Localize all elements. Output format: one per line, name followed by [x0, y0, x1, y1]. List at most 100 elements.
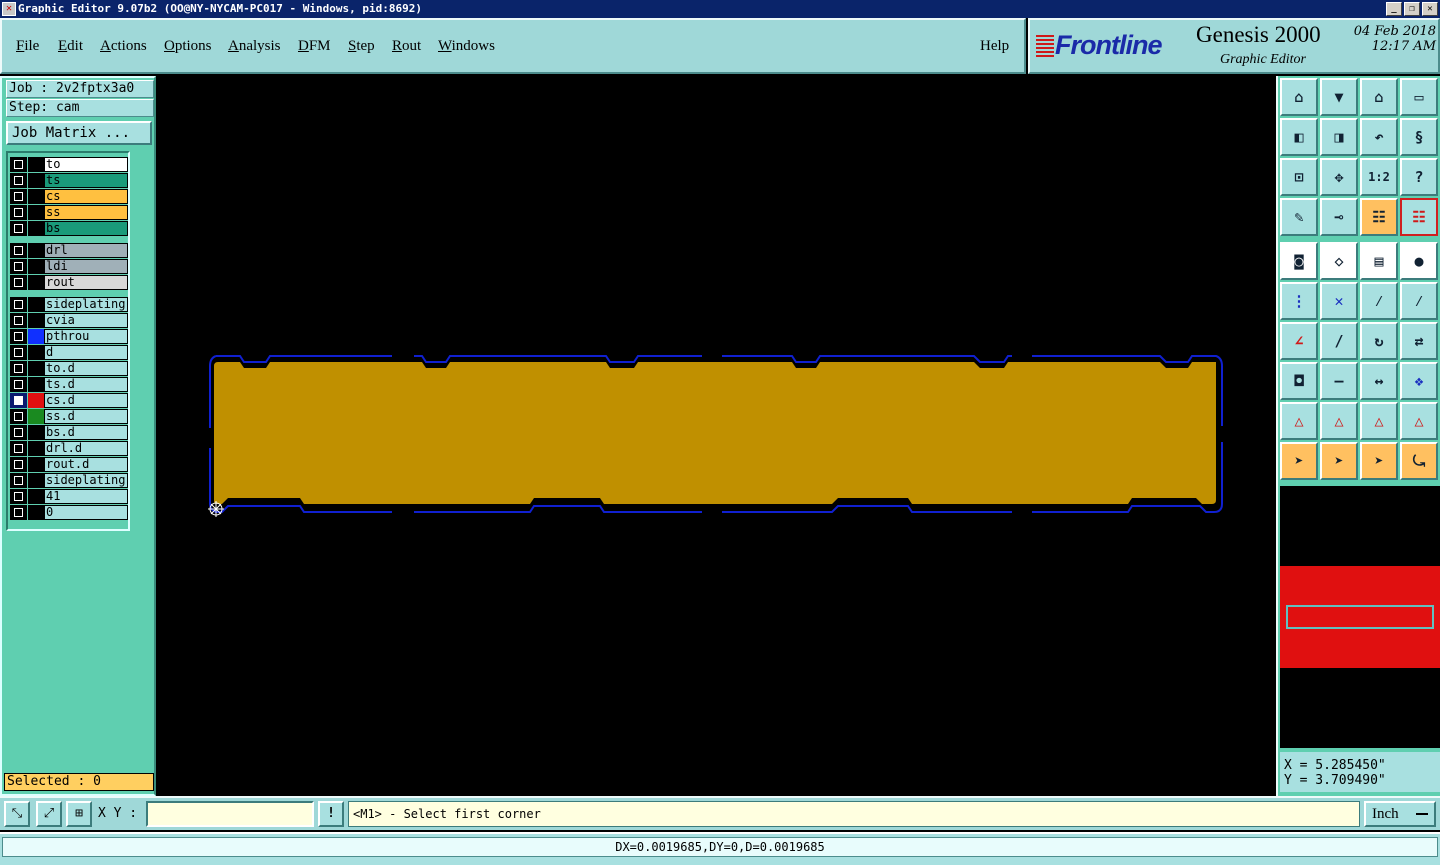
layer-name[interactable]: pthrou — [44, 329, 128, 344]
mirror-button[interactable]: ⇄ — [1400, 322, 1438, 360]
menu-help[interactable]: Help — [980, 38, 1009, 55]
layer-name[interactable]: rout.d — [44, 457, 128, 472]
layer-color-swatch[interactable] — [28, 457, 44, 472]
layer-color-swatch[interactable] — [28, 221, 44, 236]
layer-name[interactable]: ss — [44, 205, 128, 220]
layer-row[interactable]: to — [10, 157, 128, 172]
layer-name[interactable]: d — [44, 345, 128, 360]
layer-checkbox[interactable] — [10, 393, 27, 408]
snapshot-button[interactable]: ◙ — [1280, 242, 1318, 280]
layer-color-swatch[interactable] — [28, 473, 44, 488]
zoom-box-icon[interactable]: ⤡ — [4, 801, 30, 827]
layer-name[interactable]: to.d — [44, 361, 128, 376]
triangle-a-button[interactable]: △ — [1280, 402, 1318, 440]
layer-row[interactable]: 41 — [10, 489, 128, 504]
layer-color-swatch[interactable] — [28, 205, 44, 220]
diagonal-button[interactable]: / — [1320, 322, 1358, 360]
layer-row[interactable]: rout.d — [10, 457, 128, 472]
triangle-d-button[interactable]: △ — [1400, 402, 1438, 440]
pointer-box-button[interactable]: ➤ — [1320, 442, 1358, 480]
layer-color-swatch[interactable] — [28, 243, 44, 258]
layer-row[interactable]: pthrou — [10, 329, 128, 344]
layer-checkbox[interactable] — [10, 221, 27, 236]
home-button[interactable]: ⌂ — [1360, 78, 1398, 116]
pad-button[interactable]: ● — [1400, 242, 1438, 280]
pointer-circle-button[interactable]: ➤ — [1360, 442, 1398, 480]
restore-button[interactable]: ❐ — [1404, 2, 1420, 16]
layer-color-swatch[interactable] — [28, 345, 44, 360]
menu-step[interactable]: Step — [348, 38, 375, 55]
layer-color-swatch[interactable] — [28, 393, 44, 408]
layer-checkbox[interactable] — [10, 275, 27, 290]
layer-row[interactable]: 0 — [10, 505, 128, 520]
layer-color-swatch[interactable] — [28, 489, 44, 504]
layer-checkbox[interactable] — [10, 297, 27, 312]
menu-analysis[interactable]: Analysis — [228, 38, 281, 55]
menu-options[interactable]: Options — [164, 38, 212, 55]
layer-color-swatch[interactable] — [28, 329, 44, 344]
layer-row[interactable]: cvia — [10, 313, 128, 328]
angle-button[interactable]: ∠ — [1280, 322, 1318, 360]
feature-button[interactable]: ◇ — [1320, 242, 1358, 280]
layer-row[interactable]: cs.d — [10, 393, 128, 408]
layer-name[interactable]: drl — [44, 243, 128, 258]
graphic-canvas[interactable] — [156, 76, 1276, 796]
triangle-b-button[interactable]: △ — [1320, 402, 1358, 440]
layer-checkbox[interactable] — [10, 409, 27, 424]
layer-name[interactable]: sideplating — [44, 473, 128, 488]
menu-windows[interactable]: Windows — [438, 38, 495, 55]
menu-actions[interactable]: Actions — [100, 38, 147, 55]
ruler-button[interactable]: ▤ — [1360, 242, 1398, 280]
layer-color-swatch[interactable] — [28, 275, 44, 290]
layer-color-swatch[interactable] — [28, 361, 44, 376]
layer-row[interactable]: bs.d — [10, 425, 128, 440]
layer-name[interactable]: bs — [44, 221, 128, 236]
menu-dfm[interactable]: DFM — [298, 38, 331, 55]
close-button[interactable]: ✕ — [1422, 2, 1438, 16]
measure-button[interactable]: ⊸ — [1320, 198, 1358, 236]
layer-checkbox[interactable] — [10, 441, 27, 456]
route-pointer-button[interactable]: ⤿ — [1400, 442, 1438, 480]
layer-name[interactable]: ldi — [44, 259, 128, 274]
layer-row[interactable]: to.d — [10, 361, 128, 376]
fit-screen-button[interactable]: ⊡ — [1280, 158, 1318, 196]
overview-panel[interactable] — [1280, 486, 1440, 748]
layer-name[interactable]: drl.d — [44, 441, 128, 456]
layer-row[interactable]: ts — [10, 173, 128, 188]
layer-name[interactable]: ts — [44, 173, 128, 188]
layer-row[interactable]: rout — [10, 275, 128, 290]
layer-checkbox[interactable] — [10, 329, 27, 344]
layer-color-swatch[interactable] — [28, 259, 44, 274]
layer-color-swatch[interactable] — [28, 297, 44, 312]
layer-checkbox[interactable] — [10, 345, 27, 360]
execute-button[interactable]: ! — [318, 801, 344, 827]
job-matrix-button[interactable]: Job Matrix ... — [6, 121, 152, 145]
units-select[interactable]: Inch — [1364, 801, 1436, 827]
pan-left-button[interactable]: ◧ — [1280, 118, 1318, 156]
layer-row[interactable]: sideplating — [10, 297, 128, 312]
layer-checkbox[interactable] — [10, 259, 27, 274]
menu-file[interactable]: File — [16, 38, 39, 55]
layer-name[interactable]: 41 — [44, 489, 128, 504]
layer-checkbox[interactable] — [10, 243, 27, 258]
xy-input[interactable] — [146, 801, 314, 827]
layer-color-swatch[interactable] — [28, 313, 44, 328]
pointer-button[interactable]: ➤ — [1280, 442, 1318, 480]
layer-name[interactable]: cs.d — [44, 393, 128, 408]
minimize-button[interactable]: _ — [1386, 2, 1402, 16]
layer-color-swatch[interactable] — [28, 377, 44, 392]
layer-row[interactable]: d — [10, 345, 128, 360]
grid-icon[interactable]: ⊞ — [66, 801, 92, 827]
layer-name[interactable]: sideplating — [44, 297, 128, 312]
line-point-button[interactable]: ⁄ — [1360, 282, 1398, 320]
layer-color-swatch[interactable] — [28, 409, 44, 424]
layer-checkbox[interactable] — [10, 425, 27, 440]
cross-button[interactable]: ✕ — [1320, 282, 1358, 320]
layer-row[interactable]: cs — [10, 189, 128, 204]
layer-name[interactable]: cs — [44, 189, 128, 204]
layer-color-swatch[interactable] — [28, 157, 44, 172]
layer-checkbox[interactable] — [10, 489, 27, 504]
layer-checkbox[interactable] — [10, 457, 27, 472]
layer-checkbox[interactable] — [10, 173, 27, 188]
layer-color-swatch[interactable] — [28, 441, 44, 456]
